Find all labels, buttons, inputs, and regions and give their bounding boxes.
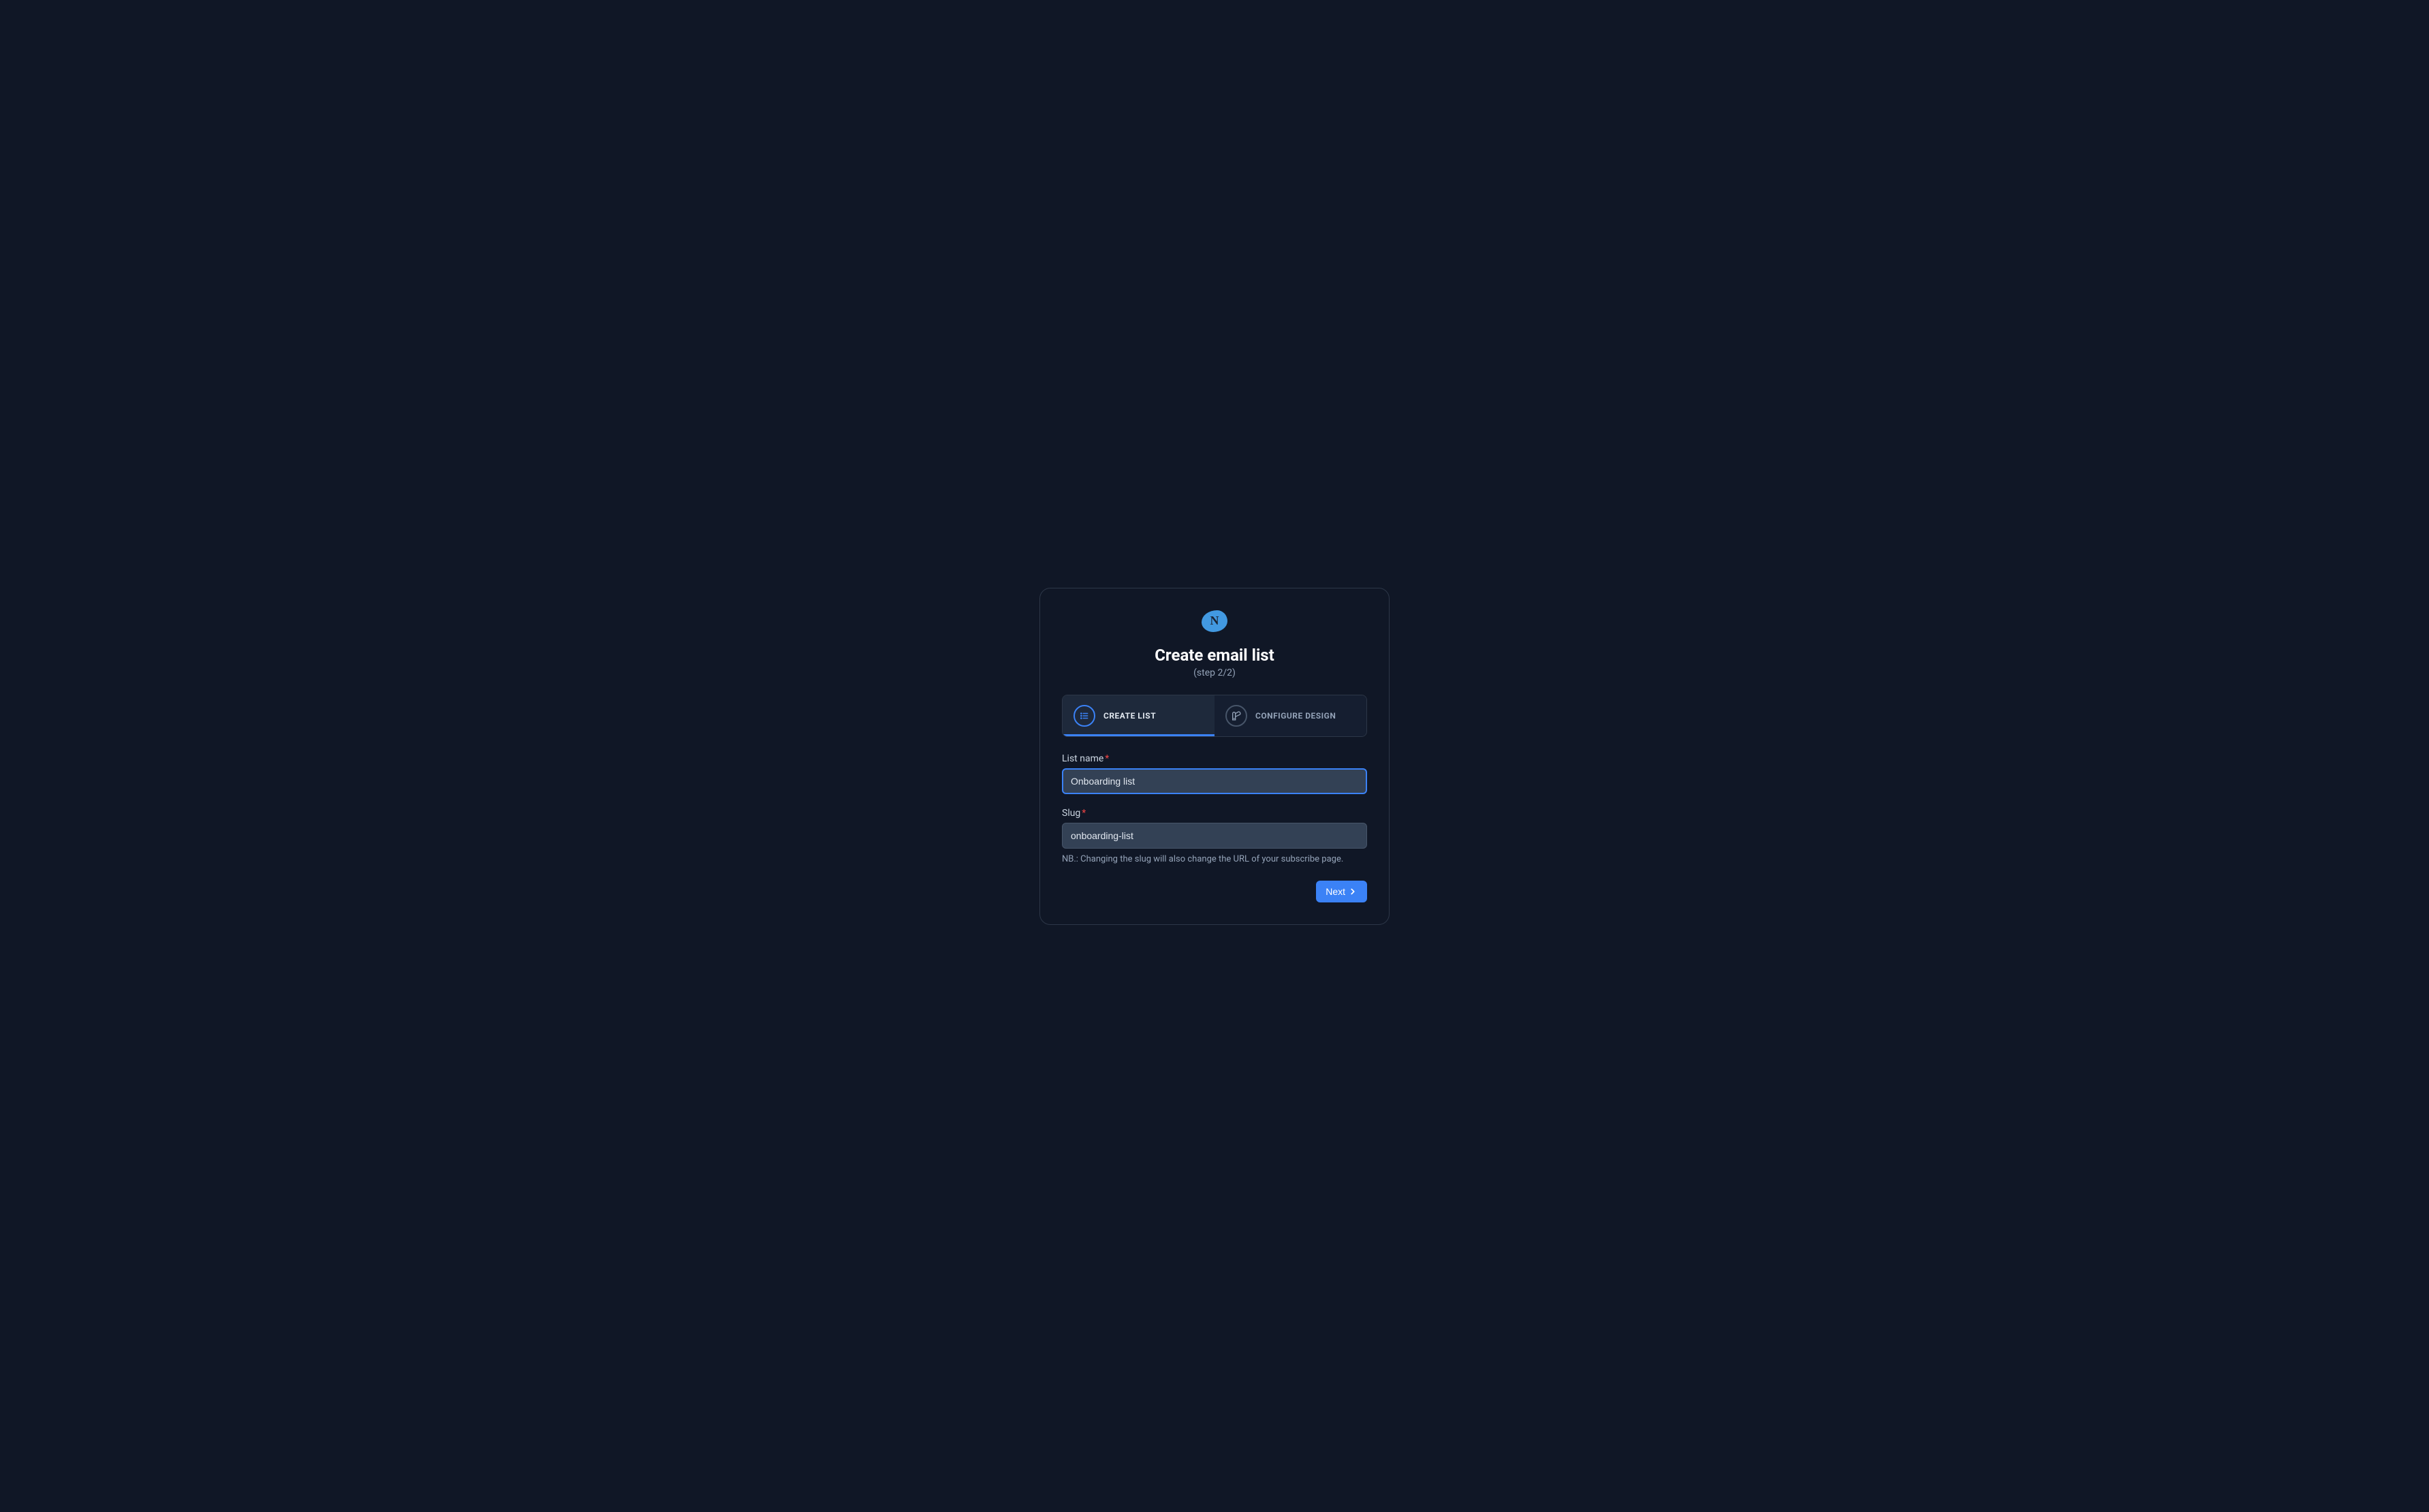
wizard-tabs: CREATE LIST CONFIGURE DESIGN: [1062, 695, 1367, 737]
step-indicator: (step 2/2): [1062, 667, 1367, 678]
page-title: Create email list: [1062, 646, 1367, 665]
next-button[interactable]: Next: [1316, 881, 1367, 902]
tab-configure-design[interactable]: CONFIGURE DESIGN: [1214, 695, 1366, 736]
chevron-right-icon: [1348, 887, 1358, 896]
slug-label: Slug*: [1062, 808, 1367, 819]
button-row: Next: [1062, 881, 1367, 902]
create-email-list-card: N Create email list (step 2/2) CREATE LI…: [1039, 588, 1390, 925]
logo-letter: N: [1210, 614, 1219, 628]
required-indicator: *: [1082, 808, 1086, 819]
slug-helper-text: NB.: Changing the slug will also change …: [1062, 854, 1367, 864]
list-icon: [1080, 711, 1089, 721]
app-logo: N: [1202, 610, 1227, 632]
required-indicator: *: [1105, 753, 1109, 764]
logo-container: N: [1062, 610, 1367, 632]
list-name-label: List name*: [1062, 753, 1367, 764]
slug-group: Slug* NB.: Changing the slug will also c…: [1062, 808, 1367, 864]
color-swatch-icon: [1231, 710, 1242, 721]
tab-create-list[interactable]: CREATE LIST: [1063, 695, 1214, 736]
tab-label-configure-design: CONFIGURE DESIGN: [1255, 711, 1336, 721]
list-name-group: List name*: [1062, 753, 1367, 794]
slug-input[interactable]: [1062, 823, 1367, 849]
next-button-label: Next: [1326, 886, 1345, 897]
tab-icon-circle: [1074, 705, 1095, 727]
tab-icon-circle: [1225, 705, 1247, 727]
list-name-input[interactable]: [1062, 768, 1367, 794]
tab-label-create-list: CREATE LIST: [1103, 711, 1156, 721]
